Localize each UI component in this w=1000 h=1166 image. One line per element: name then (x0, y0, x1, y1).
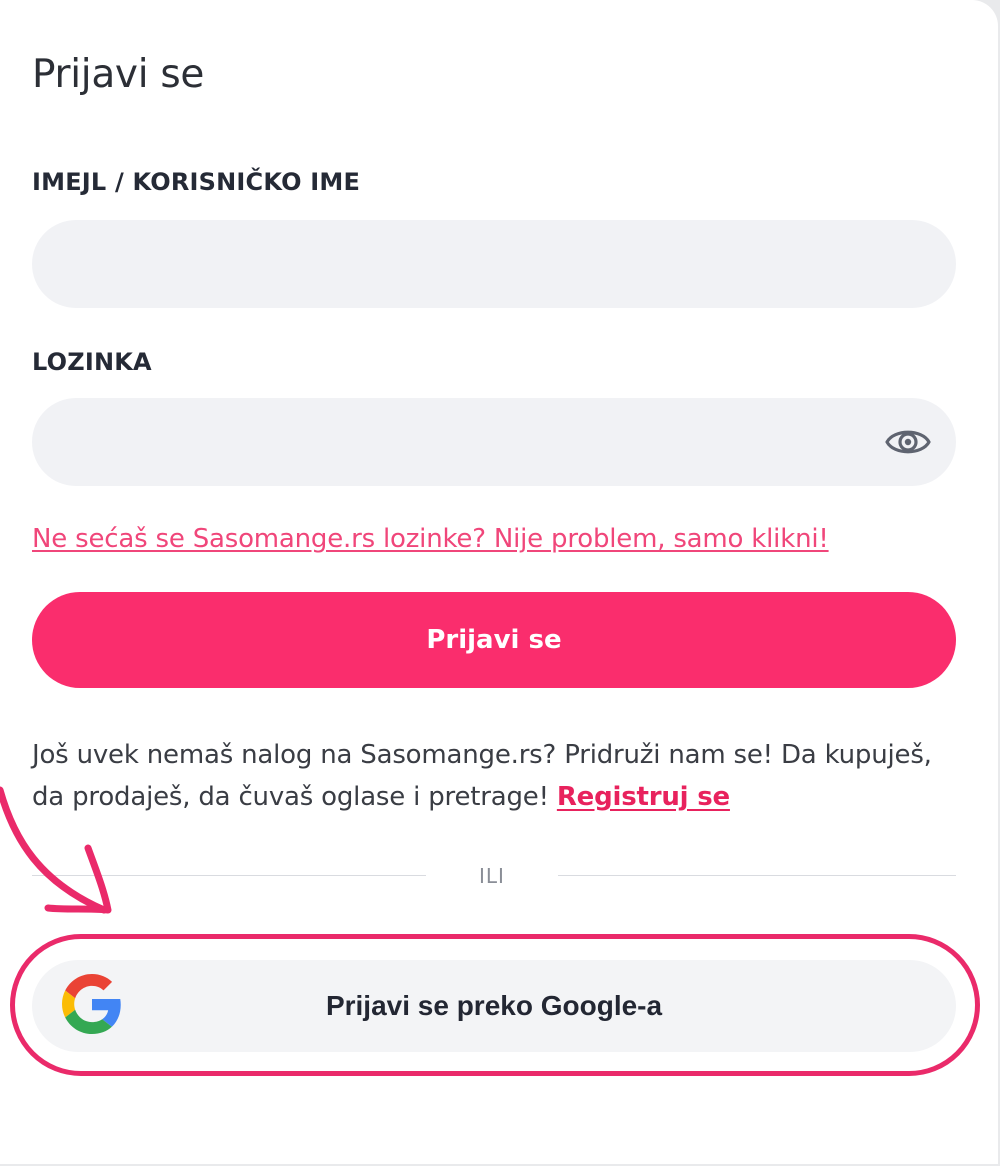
divider-line-left (32, 875, 426, 876)
google-icon (62, 974, 122, 1034)
password-label: LOZINKA (32, 348, 152, 376)
login-card: Prijavi se IMEJL / KORISNIČKO IME LOZINK… (0, 0, 998, 1164)
register-info-text: Još uvek nemaš nalog na Sasomange.rs? Pr… (32, 740, 932, 812)
eye-icon[interactable] (884, 420, 932, 464)
register-info: Još uvek nemaš nalog na Sasomange.rs? Pr… (32, 734, 962, 818)
password-field[interactable] (32, 398, 956, 486)
email-field[interactable] (32, 220, 956, 308)
divider-text: ILI (479, 864, 505, 888)
page-title: Prijavi se (32, 52, 205, 97)
email-label: IMEJL / KORISNIČKO IME (32, 168, 361, 196)
google-login-button[interactable] (32, 960, 956, 1052)
register-link[interactable]: Registruj se (557, 782, 730, 812)
forgot-password-link[interactable]: Ne sećaš se Sasomange.rs lozinke? Nije p… (32, 524, 829, 554)
divider-line-right (558, 875, 956, 876)
login-button[interactable]: Prijavi se (32, 592, 956, 688)
